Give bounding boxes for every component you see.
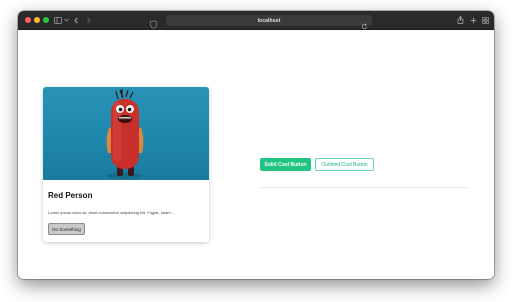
card-description: Lorem ipsum dolor sit, amet consectetur …	[48, 210, 175, 215]
reload-icon[interactable]	[361, 17, 368, 30]
minimize-window-button[interactable]	[34, 17, 40, 23]
do-something-button[interactable]: Do Something	[48, 223, 85, 235]
chevron-right-icon[interactable]	[85, 15, 92, 25]
page-content: Red Person Lorem ipsum dolor sit, amet c…	[18, 30, 494, 279]
grid-icon[interactable]	[482, 15, 489, 25]
zoom-window-button[interactable]	[43, 17, 49, 23]
browser-window: localhost Red Person Lorem ipsum dolor s…	[18, 11, 494, 279]
chevron-down-icon[interactable]	[63, 15, 69, 25]
share-icon[interactable]	[457, 15, 464, 25]
profile-card: Red Person Lorem ipsum dolor sit, amet c…	[43, 87, 209, 242]
address-bar[interactable]: localhost	[166, 15, 372, 30]
close-window-button[interactable]	[25, 17, 31, 23]
card-title: Red Person	[48, 191, 93, 200]
red-monster-figurine	[106, 89, 144, 179]
divider	[260, 187, 468, 188]
sidebar-icon[interactable]	[53, 15, 62, 25]
chevron-left-icon[interactable]	[73, 15, 80, 25]
browser-toolbar: localhost	[18, 11, 494, 30]
outlined-cool-button[interactable]: Outlined Cool Button	[315, 158, 374, 171]
url-text: localhost	[257, 17, 281, 24]
solid-cool-button[interactable]: Solid Cool Button	[260, 158, 311, 171]
plus-icon[interactable]	[470, 15, 477, 25]
card-image	[43, 87, 209, 180]
shield-icon[interactable]	[149, 16, 158, 29]
